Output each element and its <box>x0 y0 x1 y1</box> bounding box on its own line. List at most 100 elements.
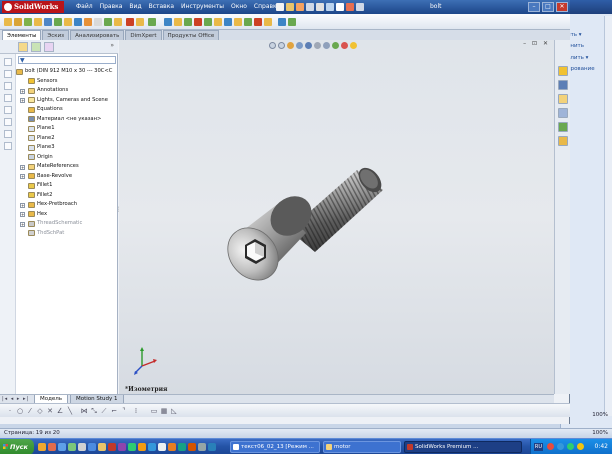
tree-item[interactable]: + Lights, Cameras and Scene <box>16 96 118 106</box>
lofted-boss-icon[interactable] <box>34 18 42 26</box>
quicklaunch-icon[interactable] <box>98 443 106 451</box>
tree-item[interactable]: + Base-Revolve <box>16 172 118 182</box>
quicklaunch-icon[interactable] <box>68 443 76 451</box>
tab-office-products[interactable]: Продукты Office <box>162 30 220 40</box>
tree-item[interactable]: Plane3 <box>16 143 118 153</box>
trim-icon[interactable]: ✕ <box>46 407 54 415</box>
wrap-icon[interactable] <box>136 18 144 26</box>
tab-dimxpert[interactable]: DimXpert <box>125 30 162 40</box>
tree-item[interactable]: ThdSchPat <box>16 229 118 239</box>
reference-geometry-icon[interactable] <box>184 18 192 26</box>
zoom-selection-icon[interactable] <box>4 130 12 138</box>
rib-icon[interactable] <box>104 18 112 26</box>
appearances-scenes-icon[interactable] <box>558 122 568 132</box>
solidworks-logo[interactable]: SolidWorks <box>2 1 64 13</box>
tab-sketch[interactable]: Эскиз <box>42 30 70 40</box>
linear-pattern-icon[interactable] <box>148 18 156 26</box>
revolved-cut-icon[interactable] <box>54 18 62 26</box>
draft-icon[interactable] <box>126 18 134 26</box>
tree-item[interactable]: + Annotations <box>16 86 118 96</box>
expand-toggle-icon[interactable]: + <box>20 98 25 103</box>
tray-icon[interactable] <box>547 443 554 450</box>
extend-icon[interactable]: ⌝ <box>120 407 128 415</box>
pattern-icon[interactable]: ⁞ <box>132 407 140 415</box>
quicklaunch-icon[interactable] <box>128 443 136 451</box>
quicklaunch-icon[interactable] <box>108 443 116 451</box>
tab-evaluate[interactable]: Анализировать <box>70 30 125 40</box>
design-library-icon[interactable] <box>558 80 568 90</box>
offset-icon[interactable]: ⤡ <box>90 407 98 415</box>
status-zoom[interactable]: 100% <box>592 430 608 436</box>
quicklaunch-icon[interactable] <box>58 443 66 451</box>
dot-icon[interactable]: · <box>6 407 14 415</box>
maximize-button[interactable]: □ <box>542 2 554 12</box>
mirror-icon[interactable] <box>164 18 172 26</box>
line-icon[interactable]: ⁄ <box>26 407 34 415</box>
menu-view[interactable]: Вид <box>129 3 141 10</box>
tree-item[interactable]: Origin <box>16 153 118 163</box>
configuration-manager-tab-icon[interactable] <box>44 42 54 52</box>
tree-item[interactable]: + Hex-Pretbroach <box>16 200 118 210</box>
expand-toggle-icon[interactable]: + <box>20 202 25 208</box>
chamfer-icon[interactable] <box>94 18 102 26</box>
freeform-icon[interactable] <box>244 18 252 26</box>
tree-item[interactable]: + Hex <box>16 210 118 220</box>
quicklaunch-icon[interactable] <box>178 443 186 451</box>
undo-icon[interactable] <box>326 3 334 11</box>
lofted-cut-icon[interactable] <box>74 18 82 26</box>
minimize-button[interactable]: – <box>528 2 540 12</box>
menu-file[interactable]: Файл <box>76 3 93 10</box>
shell-icon[interactable] <box>114 18 122 26</box>
swept-cut-icon[interactable] <box>64 18 72 26</box>
more-tabs-button[interactable]: » <box>110 42 114 49</box>
tab-scroll-buttons[interactable]: |◂ ◂ ▸ ▸| <box>2 396 29 402</box>
open-icon[interactable] <box>296 3 304 11</box>
polygon-icon[interactable]: ◇ <box>36 407 44 415</box>
tab-features[interactable]: Элементы <box>2 30 42 40</box>
tree-item[interactable]: Sensors <box>16 77 118 87</box>
new-document-icon[interactable] <box>286 3 294 11</box>
quicklaunch-icon[interactable] <box>168 443 176 451</box>
quicklaunch-icon[interactable] <box>138 443 146 451</box>
dome-icon[interactable] <box>224 18 232 26</box>
rollback-icon[interactable] <box>4 82 12 90</box>
quicklaunch-icon[interactable] <box>198 443 206 451</box>
equations-tool-icon[interactable] <box>288 18 296 26</box>
quicklaunch-icon[interactable] <box>38 443 46 451</box>
tree-item[interactable]: Plane1 <box>16 124 118 134</box>
quicklaunch-icon[interactable] <box>88 443 96 451</box>
scale-icon[interactable] <box>214 18 222 26</box>
split-line-icon[interactable] <box>254 18 262 26</box>
tree-item[interactable]: Fillet2 <box>16 191 118 201</box>
menu-insert[interactable]: Вставка <box>149 3 174 10</box>
taskbar-button-solidworks[interactable]: SolidWorks Premium ... <box>404 441 522 453</box>
expand-toggle-icon[interactable]: + <box>20 221 25 227</box>
print-icon[interactable] <box>316 3 324 11</box>
tree-item[interactable]: Материал <не указан> <box>16 115 118 125</box>
taskbar-button-motor[interactable]: motor <box>323 441 401 453</box>
view-palette-icon[interactable] <box>558 108 568 118</box>
edit-sketch-icon[interactable] <box>4 118 12 126</box>
expand-toggle-icon[interactable]: + <box>20 174 25 179</box>
tree-item[interactable]: bolt (DIN 912 M10 x 30 --- 30C<C <box>16 67 118 77</box>
circle-icon[interactable]: ○ <box>16 407 24 415</box>
appearance-icon[interactable] <box>4 142 12 150</box>
slash-icon[interactable]: ╲ <box>66 407 74 415</box>
quicklaunch-icon[interactable] <box>188 443 196 451</box>
file-explorer-icon[interactable] <box>558 94 568 104</box>
start-button[interactable]: Пуск <box>0 439 34 454</box>
feature-manager-tab-icon[interactable] <box>18 42 28 52</box>
tray-icon[interactable] <box>567 443 574 450</box>
quicklaunch-icon[interactable] <box>118 443 126 451</box>
quicklaunch-icon[interactable] <box>78 443 86 451</box>
property-manager-tab-icon[interactable] <box>31 42 41 52</box>
3d-sketch-icon[interactable] <box>278 18 286 26</box>
quicklaunch-icon[interactable] <box>48 443 56 451</box>
rebuild-icon[interactable] <box>346 3 354 11</box>
language-indicator[interactable]: RU <box>534 443 543 451</box>
tree-item[interactable]: Equations <box>16 105 118 115</box>
vertical-scrollbar[interactable] <box>604 16 612 416</box>
tree-filter-input[interactable]: ▼ <box>18 56 116 64</box>
quicklaunch-icon[interactable] <box>158 443 166 451</box>
edit-feature-icon[interactable] <box>4 106 12 114</box>
